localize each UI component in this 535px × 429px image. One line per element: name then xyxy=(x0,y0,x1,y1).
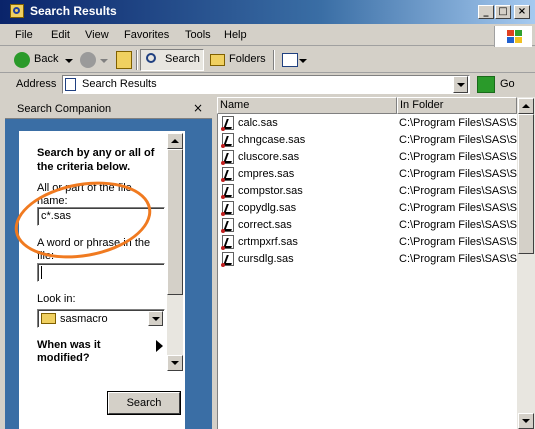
address-value: Search Results xyxy=(82,78,157,90)
address-label: Address xyxy=(16,78,57,90)
scroll-down-button[interactable] xyxy=(167,355,183,371)
result-name[interactable]: correct.sas xyxy=(238,217,292,234)
phrase-input[interactable] xyxy=(37,263,165,282)
result-name[interactable]: copydlg.sas xyxy=(238,200,296,217)
results-scroll-up[interactable] xyxy=(518,98,534,114)
search-companion-title: Search Companion xyxy=(17,103,112,115)
result-folder[interactable]: C:\Program Files\SAS\SAS xyxy=(399,149,517,166)
result-name[interactable]: chngcase.sas xyxy=(238,132,305,149)
file-icon xyxy=(221,133,234,148)
close-button[interactable]: × xyxy=(514,5,530,19)
modified-label[interactable]: When was it modified? xyxy=(37,339,137,365)
views-icon[interactable] xyxy=(282,53,298,67)
back-button[interactable]: Back xyxy=(34,53,58,65)
go-arrow-icon[interactable] xyxy=(477,76,495,93)
lookin-value: sasmacro xyxy=(60,313,108,325)
maximize-button[interactable]: □ xyxy=(495,5,511,19)
result-folder[interactable]: C:\Program Files\SAS\SAS xyxy=(399,251,517,268)
back-arrow-icon[interactable] xyxy=(14,52,30,68)
lookin-label: Look in: xyxy=(37,293,76,305)
result-name[interactable]: compstor.sas xyxy=(238,183,303,200)
result-folder[interactable]: C:\Program Files\SAS\SAS xyxy=(399,200,517,217)
file-icon xyxy=(221,252,234,267)
scroll-thumb[interactable] xyxy=(167,149,183,295)
forward-dropdown-icon[interactable] xyxy=(100,59,108,63)
window-title: Search Results xyxy=(30,4,117,18)
expand-arrow-icon[interactable] xyxy=(156,340,163,352)
menu-favorites[interactable]: Favorites xyxy=(124,29,169,41)
column-header-name[interactable]: Name xyxy=(217,97,397,114)
result-folder[interactable]: C:\Program Files\SAS\SAS xyxy=(399,217,517,234)
windows-logo-icon xyxy=(494,26,532,47)
forward-arrow-icon[interactable] xyxy=(80,52,96,68)
menu-tools[interactable]: Tools xyxy=(185,29,211,41)
file-icon xyxy=(221,184,234,199)
lookin-dropdown-button[interactable] xyxy=(148,311,163,326)
menu-edit[interactable]: Edit xyxy=(51,29,70,41)
scroll-up-button[interactable] xyxy=(167,133,183,149)
result-folder[interactable]: C:\Program Files\SAS\SAS xyxy=(399,166,517,183)
folders-icon[interactable] xyxy=(210,54,225,66)
address-page-icon xyxy=(65,78,76,91)
column-header-folder[interactable]: In Folder xyxy=(397,97,517,114)
results-scroll-thumb[interactable] xyxy=(518,114,534,254)
file-icon xyxy=(221,218,234,233)
search-button-label: Search xyxy=(165,53,200,65)
result-name[interactable]: crtmpxrf.sas xyxy=(238,234,298,251)
back-dropdown-icon[interactable] xyxy=(65,59,73,63)
up-folder-icon[interactable] xyxy=(116,51,132,69)
menu-file[interactable]: File xyxy=(15,29,33,41)
result-folder[interactable]: C:\Program Files\SAS\SAS xyxy=(399,183,517,200)
views-dropdown-icon[interactable] xyxy=(299,59,307,63)
file-icon xyxy=(221,150,234,165)
toolbar-separator xyxy=(273,50,275,70)
search-submit-button[interactable]: Search xyxy=(108,392,180,414)
menu-bar xyxy=(0,24,535,46)
toolbar-separator xyxy=(136,50,138,70)
result-folder[interactable]: C:\Program Files\SAS\SAS xyxy=(399,234,517,251)
address-dropdown-button[interactable] xyxy=(453,76,468,93)
minimize-button[interactable]: _ xyxy=(478,5,494,19)
search-heading: Search by any or all of the criteria bel… xyxy=(37,147,155,173)
file-icon xyxy=(221,167,234,182)
result-name[interactable]: cursdlg.sas xyxy=(238,251,294,268)
search-icon xyxy=(146,53,156,63)
result-folder[interactable]: C:\Program Files\SAS\SAS xyxy=(399,132,517,149)
text-cursor xyxy=(41,266,42,279)
menu-help[interactable]: Help xyxy=(224,29,247,41)
menu-view[interactable]: View xyxy=(85,29,109,41)
file-icon xyxy=(221,235,234,250)
file-icon xyxy=(221,116,234,131)
result-folder[interactable]: C:\Program Files\SAS\SAS xyxy=(399,115,517,132)
folders-button[interactable]: Folders xyxy=(229,53,266,65)
search-window-icon xyxy=(10,4,24,18)
close-icon[interactable]: × xyxy=(193,101,203,115)
result-name[interactable]: cmpres.sas xyxy=(238,166,294,183)
results-scroll-down[interactable] xyxy=(518,413,534,429)
result-name[interactable]: calc.sas xyxy=(238,115,278,132)
folder-icon xyxy=(41,313,56,324)
go-button[interactable]: Go xyxy=(500,78,515,90)
result-name[interactable]: cluscore.sas xyxy=(238,149,299,166)
file-icon xyxy=(221,201,234,216)
